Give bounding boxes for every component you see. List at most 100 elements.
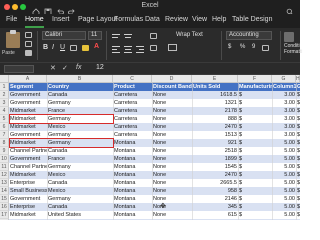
tab-review[interactable]: Review [165,16,188,23]
currency-button[interactable]: $ [228,44,231,50]
row-header[interactable]: 9 [0,147,9,155]
increase-decimal-icon[interactable] [262,45,269,51]
table-cell[interactable]: Government [9,195,47,203]
table-cell[interactable]: $ [238,163,272,171]
column-header-a[interactable]: A [9,75,47,83]
table-cell[interactable]: Small Business [9,187,47,195]
table-header-cell[interactable]: Column1 [272,83,296,91]
table-cell[interactable]: $ [238,115,272,123]
table-cell[interactable]: Carretera [113,131,152,139]
close-window-button[interactable] [4,4,10,10]
table-cell[interactable]: 888 [192,115,238,123]
table-cell[interactable]: France [47,155,113,163]
cancel-formula-icon[interactable]: ✕ [50,64,56,72]
table-cell[interactable]: 5.00 [272,195,296,203]
table-cell[interactable]: Montana [113,147,152,155]
table-cell[interactable]: 5.00 [272,163,296,171]
borders-icon[interactable] [70,45,77,51]
underline-button[interactable]: U [60,44,65,51]
table-cell[interactable]: Germany [47,163,113,171]
table-cell[interactable]: None [152,219,192,220]
tab-home[interactable]: Home [25,16,44,23]
column-header-c[interactable]: C [113,75,152,83]
row-header[interactable]: 11 [0,163,9,171]
table-cell[interactable]: 3.00 [272,99,296,107]
table-cell[interactable]: $ [238,179,272,187]
table-cell[interactable]: $ [238,219,272,220]
table-cell[interactable]: 5.00 [272,187,296,195]
table-cell[interactable]: Germany [47,195,113,203]
table-cell[interactable]: $ [238,131,272,139]
table-cell[interactable]: $ [238,171,272,179]
row-header[interactable]: 17 [0,211,9,219]
table-header-cell[interactable]: Discount Band [152,83,192,91]
font-name-select[interactable]: Calibri [42,31,86,40]
tab-file[interactable]: File [6,16,17,23]
row-header[interactable]: 3 [0,99,9,107]
italic-button[interactable]: I [52,44,54,51]
table-cell[interactable]: None [152,139,192,147]
table-cell[interactable]: Carretera [113,123,152,131]
row-header[interactable]: 18 [0,219,9,220]
table-cell[interactable]: $ [238,107,272,115]
table-cell[interactable]: 3.00 [272,131,296,139]
table-cell[interactable]: United States [47,211,113,219]
table-cell[interactable]: Enterprise [9,179,47,187]
table-cell[interactable]: 1899 [192,155,238,163]
formula-input[interactable]: 12 [96,64,104,71]
worksheet-grid[interactable]: ABCDEFGH 1234567891011121314151617181920… [0,75,300,220]
tab-view[interactable]: View [192,16,207,23]
table-cell[interactable]: $ [238,99,272,107]
row-header[interactable]: 13 [0,179,9,187]
tab-insert[interactable]: Insert [52,16,70,23]
table-cell[interactable]: Enterprise [9,203,47,211]
row-header[interactable]: 15 [0,195,9,203]
row-header[interactable]: 7 [0,131,9,139]
tab-formulas[interactable]: Formulas [114,16,143,23]
column-header-g[interactable]: G [272,75,296,83]
table-cell[interactable]: None [152,131,192,139]
table-cell[interactable]: 2146 [192,195,238,203]
row-header[interactable]: 6 [0,123,9,131]
table-cell[interactable]: Montana [113,187,152,195]
font-size-select[interactable]: 11 [88,31,102,40]
bold-button[interactable]: B [43,44,48,51]
table-cell[interactable]: Paseo [113,219,152,220]
orientation-icon[interactable] [150,33,157,39]
table-cell[interactable]: Mexico [47,187,113,195]
table-cell[interactable]: Government [9,219,47,220]
table-cell[interactable]: Montana [113,163,152,171]
table-cell[interactable]: None [152,155,192,163]
table-cell[interactable]: $ [238,123,272,131]
table-cell[interactable]: 958 [192,187,238,195]
row-header[interactable]: 10 [0,155,9,163]
table-cell[interactable]: Midmarket [9,123,47,131]
zoom-window-button[interactable] [20,4,26,10]
column-header-d[interactable]: D [152,75,192,83]
wrap-text-button[interactable]: Wrap Text [176,32,203,38]
table-cell[interactable]: Mexico [47,171,113,179]
font-color-icon[interactable]: A [94,43,99,50]
table-cell[interactable]: Mexico [47,123,113,131]
table-cell[interactable]: $ [238,211,272,219]
table-header-cell[interactable]: Segment [9,83,47,91]
tab-table-design[interactable]: Table Design [232,16,272,23]
name-box[interactable] [4,65,34,73]
table-cell[interactable]: Channel Partners [9,163,47,171]
table-cell[interactable]: 2178 [192,107,238,115]
table-cell[interactable]: 5.00 [272,147,296,155]
table-cell[interactable]: $ [238,139,272,147]
table-header-cell[interactable]: Product [113,83,152,91]
table-cell[interactable]: $ [238,203,272,211]
home-icon[interactable] [32,3,40,16]
table-cell[interactable]: Montana [113,179,152,187]
paste-label[interactable]: Paste [2,50,15,56]
table-cell[interactable]: None [152,211,192,219]
table-cell[interactable]: $ [238,91,272,99]
table-cell[interactable]: 615 [192,211,238,219]
merge-center-icon[interactable] [168,44,177,51]
table-cell[interactable]: 2665.5 [192,179,238,187]
row-header[interactable]: 14 [0,187,9,195]
table-cell[interactable]: None [152,179,192,187]
table-cell[interactable]: $ [238,147,272,155]
